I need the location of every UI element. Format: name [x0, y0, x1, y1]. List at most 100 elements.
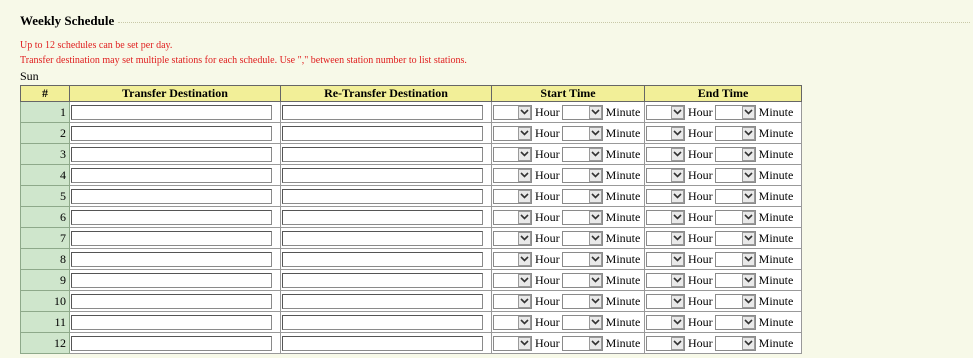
- transfer-destination-input[interactable]: [71, 146, 272, 162]
- minute-label: Minute: [605, 272, 641, 287]
- start-time-hour-select[interactable]: [493, 314, 532, 330]
- chevron-down-icon: [741, 105, 755, 119]
- end-time-minute-select[interactable]: [714, 188, 756, 204]
- start-time-hour-select[interactable]: [493, 272, 532, 288]
- chevron-down-icon: [518, 105, 531, 119]
- end-time-minute-select[interactable]: [714, 314, 756, 330]
- end-time-hour-select[interactable]: [646, 104, 685, 120]
- start-time-minute-select[interactable]: [561, 209, 603, 225]
- transfer-destination-input[interactable]: [71, 125, 272, 141]
- start-time-hour-select[interactable]: [493, 209, 532, 225]
- start-time-hour-select[interactable]: [493, 335, 532, 351]
- start-time-minute-select[interactable]: [561, 104, 603, 120]
- start-time-minute-select[interactable]: [561, 335, 603, 351]
- end-time-hour-select[interactable]: [646, 188, 685, 204]
- end-time-minute-select[interactable]: [714, 230, 756, 246]
- re-transfer-destination-input[interactable]: [282, 230, 483, 246]
- end-time-minute-select[interactable]: [714, 335, 756, 351]
- start-time-hour-select[interactable]: [493, 104, 532, 120]
- re-transfer-destination-input[interactable]: [282, 272, 483, 288]
- start-time-hour-select[interactable]: [493, 167, 532, 183]
- transfer-destination-input[interactable]: [71, 251, 272, 267]
- start-time-hour-select[interactable]: [493, 293, 532, 309]
- note-multiple-stations: Transfer destination may set multiple st…: [20, 55, 467, 66]
- chevron-down-icon: [741, 231, 755, 245]
- end-time-hour-select[interactable]: [646, 167, 685, 183]
- end-time-minute-select[interactable]: [714, 272, 756, 288]
- re-transfer-destination-input[interactable]: [282, 335, 483, 351]
- re-transfer-destination-cell: [280, 332, 492, 354]
- transfer-destination-input[interactable]: [71, 230, 272, 246]
- table-row: 5 Hour Minute Hour Minute: [20, 185, 802, 207]
- hour-label: Hour: [535, 146, 560, 161]
- start-time-minute-select[interactable]: [561, 167, 603, 183]
- re-transfer-destination-input[interactable]: [282, 188, 483, 204]
- re-transfer-destination-input[interactable]: [282, 209, 483, 225]
- chevron-down-icon: [741, 168, 755, 182]
- end-time-minute-select[interactable]: [714, 167, 756, 183]
- start-time-minute-select[interactable]: [561, 146, 603, 162]
- chevron-down-icon: [518, 336, 531, 350]
- end-time-cell: Hour Minute: [644, 101, 802, 123]
- end-time-minute-select[interactable]: [714, 125, 756, 141]
- transfer-destination-input[interactable]: [71, 335, 272, 351]
- transfer-destination-input[interactable]: [71, 188, 272, 204]
- start-time-minute-select[interactable]: [561, 314, 603, 330]
- minute-label: Minute: [758, 230, 794, 245]
- transfer-destination-input[interactable]: [71, 167, 272, 183]
- re-transfer-destination-input[interactable]: [282, 125, 483, 141]
- hour-label: Hour: [535, 167, 560, 182]
- end-time-hour-select[interactable]: [646, 230, 685, 246]
- start-time-minute-select[interactable]: [561, 272, 603, 288]
- end-time-hour-select[interactable]: [646, 251, 685, 267]
- end-time-hour-select[interactable]: [646, 293, 685, 309]
- start-time-minute-select[interactable]: [561, 230, 603, 246]
- end-time-minute-select[interactable]: [714, 293, 756, 309]
- transfer-destination-cell: [69, 290, 281, 312]
- end-time-minute-select[interactable]: [714, 209, 756, 225]
- start-time-hour-select[interactable]: [493, 125, 532, 141]
- minute-label: Minute: [758, 314, 794, 329]
- start-time-minute-select[interactable]: [561, 251, 603, 267]
- start-time-hour-select[interactable]: [493, 146, 532, 162]
- re-transfer-destination-input[interactable]: [282, 293, 483, 309]
- transfer-destination-input[interactable]: [71, 314, 272, 330]
- re-transfer-destination-input[interactable]: [282, 104, 483, 120]
- hour-label: Hour: [688, 230, 713, 245]
- start-time-minute-select[interactable]: [561, 293, 603, 309]
- transfer-destination-input[interactable]: [71, 293, 272, 309]
- end-time-minute-select[interactable]: [714, 104, 756, 120]
- hour-label: Hour: [535, 335, 560, 350]
- transfer-destination-input[interactable]: [71, 104, 272, 120]
- chevron-down-icon: [518, 168, 531, 182]
- start-time-hour-select[interactable]: [493, 251, 532, 267]
- row-number: 6: [20, 206, 70, 228]
- end-time-hour-select[interactable]: [646, 314, 685, 330]
- minute-label: Minute: [758, 146, 794, 161]
- end-time-minute-select[interactable]: [714, 251, 756, 267]
- end-time-hour-select[interactable]: [646, 209, 685, 225]
- end-time-hour-select[interactable]: [646, 146, 685, 162]
- re-transfer-destination-input[interactable]: [282, 167, 483, 183]
- start-time-hour-select[interactable]: [493, 230, 532, 246]
- end-time-hour-select[interactable]: [646, 335, 685, 351]
- start-time-minute-select[interactable]: [561, 125, 603, 141]
- end-time-minute-select[interactable]: [714, 146, 756, 162]
- start-time-cell: Hour Minute: [491, 164, 645, 186]
- transfer-destination-input[interactable]: [71, 209, 272, 225]
- hour-label: Hour: [535, 125, 560, 140]
- chevron-down-icon: [741, 126, 755, 140]
- end-time-hour-select[interactable]: [646, 125, 685, 141]
- hour-label: Hour: [535, 314, 560, 329]
- chevron-down-icon: [671, 273, 684, 287]
- re-transfer-destination-input[interactable]: [282, 146, 483, 162]
- chevron-down-icon: [588, 315, 602, 329]
- transfer-destination-input[interactable]: [71, 272, 272, 288]
- re-transfer-destination-input[interactable]: [282, 251, 483, 267]
- table-row: 2 Hour Minute Hour Minute: [20, 122, 802, 144]
- end-time-hour-select[interactable]: [646, 272, 685, 288]
- re-transfer-destination-input[interactable]: [282, 314, 483, 330]
- start-time-minute-select[interactable]: [561, 188, 603, 204]
- chevron-down-icon: [671, 210, 684, 224]
- start-time-hour-select[interactable]: [493, 188, 532, 204]
